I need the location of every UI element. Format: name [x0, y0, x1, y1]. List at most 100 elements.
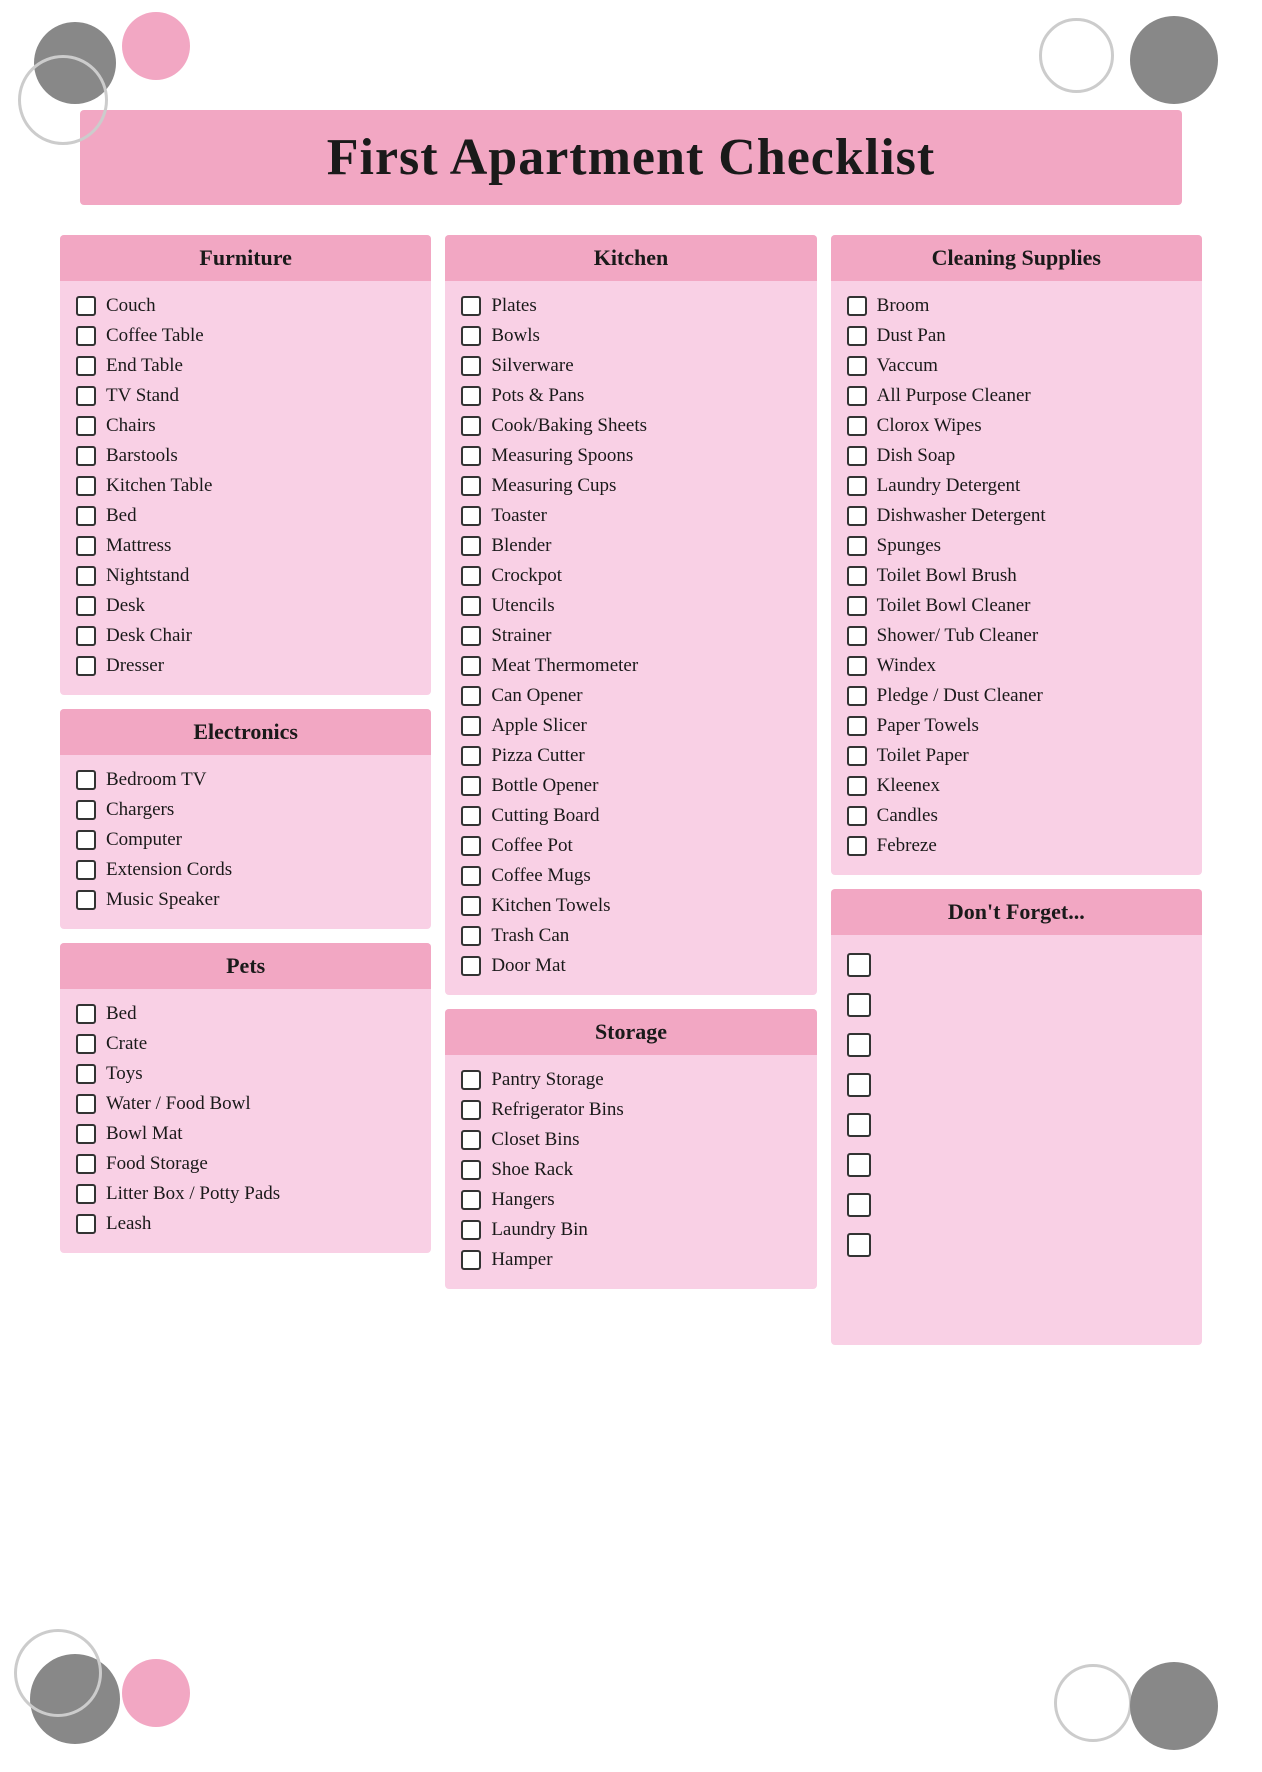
- checkbox[interactable]: [76, 1184, 96, 1204]
- checkbox[interactable]: [847, 326, 867, 346]
- checkbox[interactable]: [76, 1034, 96, 1054]
- checkbox[interactable]: [461, 896, 481, 916]
- checkbox[interactable]: [76, 416, 96, 436]
- checkbox[interactable]: [461, 446, 481, 466]
- checkbox[interactable]: [461, 296, 481, 316]
- checkbox[interactable]: [76, 326, 96, 346]
- checkbox[interactable]: [76, 890, 96, 910]
- checkbox[interactable]: [76, 860, 96, 880]
- checkbox[interactable]: [847, 506, 867, 526]
- page: First Apartment Checklist Furniture Couc…: [0, 0, 1262, 1772]
- checkbox[interactable]: [461, 806, 481, 826]
- section-storage: Storage Pantry StorageRefrigerator BinsC…: [445, 1009, 816, 1289]
- list-item: Toys: [76, 1059, 415, 1089]
- checkbox[interactable]: [847, 476, 867, 496]
- checkbox[interactable]: [461, 1130, 481, 1150]
- checkbox[interactable]: [461, 1160, 481, 1180]
- list-item: Silverware: [461, 351, 800, 381]
- columns-wrapper: Furniture CouchCoffee TableEnd TableTV S…: [20, 235, 1242, 1345]
- checkbox[interactable]: [461, 506, 481, 526]
- checkbox[interactable]: [847, 686, 867, 706]
- item-label: Broom: [877, 295, 930, 317]
- checkbox[interactable]: [76, 1004, 96, 1024]
- list-item: [847, 945, 1186, 985]
- checkbox[interactable]: [847, 536, 867, 556]
- checkbox[interactable]: [461, 536, 481, 556]
- checkbox[interactable]: [461, 326, 481, 346]
- checkbox[interactable]: [76, 506, 96, 526]
- list-item: Toilet Bowl Cleaner: [847, 591, 1186, 621]
- checkbox[interactable]: [76, 386, 96, 406]
- checkbox[interactable]: [461, 686, 481, 706]
- checkbox[interactable]: [76, 596, 96, 616]
- circle-br-gray: [1130, 1662, 1218, 1750]
- checkbox[interactable]: [847, 1233, 871, 1257]
- checkbox[interactable]: [847, 993, 871, 1017]
- checkbox[interactable]: [461, 596, 481, 616]
- checkbox[interactable]: [461, 566, 481, 586]
- item-label: Mattress: [106, 535, 171, 557]
- checkbox[interactable]: [461, 1100, 481, 1120]
- checkbox[interactable]: [461, 956, 481, 976]
- checkbox[interactable]: [76, 476, 96, 496]
- checkbox[interactable]: [461, 1070, 481, 1090]
- checkbox[interactable]: [461, 746, 481, 766]
- checkbox[interactable]: [76, 356, 96, 376]
- checkbox[interactable]: [76, 566, 96, 586]
- list-item: Mattress: [76, 531, 415, 561]
- checkbox[interactable]: [847, 416, 867, 436]
- item-label: Vaccum: [877, 355, 938, 377]
- list-item: Blender: [461, 531, 800, 561]
- checkbox[interactable]: [76, 626, 96, 646]
- checkbox[interactable]: [847, 776, 867, 796]
- item-label: Can Opener: [491, 685, 582, 707]
- checkbox[interactable]: [461, 656, 481, 676]
- checkbox[interactable]: [847, 1113, 871, 1137]
- checkbox[interactable]: [461, 1190, 481, 1210]
- checkbox[interactable]: [847, 1073, 871, 1097]
- checkbox[interactable]: [461, 836, 481, 856]
- checkbox[interactable]: [847, 446, 867, 466]
- checkbox[interactable]: [847, 566, 867, 586]
- checkbox[interactable]: [76, 296, 96, 316]
- checkbox[interactable]: [76, 770, 96, 790]
- checkbox[interactable]: [76, 1094, 96, 1114]
- checkbox[interactable]: [847, 1153, 871, 1177]
- checkbox[interactable]: [76, 830, 96, 850]
- checkbox[interactable]: [461, 626, 481, 646]
- list-item: Kitchen Towels: [461, 891, 800, 921]
- item-label: Dresser: [106, 655, 164, 677]
- checkbox[interactable]: [461, 926, 481, 946]
- checkbox[interactable]: [847, 953, 871, 977]
- checkbox[interactable]: [461, 776, 481, 796]
- checkbox[interactable]: [76, 1154, 96, 1174]
- checkbox[interactable]: [76, 1214, 96, 1234]
- checkbox[interactable]: [847, 296, 867, 316]
- checkbox[interactable]: [461, 866, 481, 886]
- checkbox[interactable]: [847, 806, 867, 826]
- checkbox[interactable]: [461, 476, 481, 496]
- checkbox[interactable]: [847, 746, 867, 766]
- checkbox[interactable]: [461, 356, 481, 376]
- checkbox[interactable]: [76, 656, 96, 676]
- checkbox[interactable]: [76, 1124, 96, 1144]
- checkbox[interactable]: [461, 1220, 481, 1240]
- list-item: Chargers: [76, 795, 415, 825]
- checkbox[interactable]: [76, 446, 96, 466]
- checkbox[interactable]: [847, 716, 867, 736]
- checkbox[interactable]: [847, 356, 867, 376]
- checkbox[interactable]: [847, 386, 867, 406]
- checkbox[interactable]: [76, 800, 96, 820]
- checkbox[interactable]: [847, 1033, 871, 1057]
- checkbox[interactable]: [76, 1064, 96, 1084]
- checkbox[interactable]: [461, 716, 481, 736]
- checkbox[interactable]: [76, 536, 96, 556]
- checkbox[interactable]: [847, 1193, 871, 1217]
- checkbox[interactable]: [461, 1250, 481, 1270]
- checkbox[interactable]: [847, 626, 867, 646]
- checkbox[interactable]: [847, 656, 867, 676]
- checkbox[interactable]: [461, 416, 481, 436]
- checkbox[interactable]: [847, 836, 867, 856]
- checkbox[interactable]: [461, 386, 481, 406]
- checkbox[interactable]: [847, 596, 867, 616]
